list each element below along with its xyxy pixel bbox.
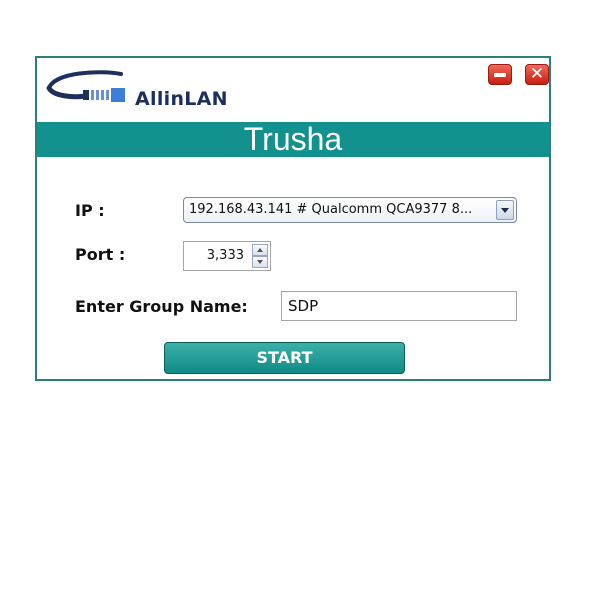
app-title-banner: Trusha [37, 122, 549, 157]
decrement-arrow-icon[interactable] [252, 256, 268, 268]
allinlan-logo: AllinLAN [45, 66, 245, 111]
increment-arrow-icon[interactable] [252, 244, 268, 256]
close-icon: ✕ [529, 64, 545, 84]
close-button[interactable]: ✕ [525, 64, 549, 85]
port-value: 3,333 [206, 248, 244, 263]
ip-selected-value: 192.168.43.141 # Qualcomm QCA9377 8... [189, 202, 473, 217]
group-name-input[interactable] [281, 291, 517, 321]
spinner-buttons [252, 244, 268, 268]
ip-dropdown[interactable]: 192.168.43.141 # Qualcomm QCA9377 8... [183, 197, 517, 223]
brand-name: AllinLAN [135, 88, 228, 110]
app-window: AllinLAN ✕ Trusha IP : 192.168.43.141 # … [35, 56, 551, 381]
cable-logo-icon [46, 70, 125, 102]
minimize-icon [489, 65, 511, 84]
start-button[interactable]: START [164, 342, 405, 374]
port-spinner[interactable]: 3,333 [183, 241, 271, 271]
chevron-down-icon[interactable] [496, 200, 514, 220]
title-bar: AllinLAN ✕ [37, 58, 549, 122]
minimize-button[interactable] [488, 64, 512, 85]
group-name-label: Enter Group Name: [75, 297, 248, 316]
port-label: Port : [75, 245, 126, 264]
ip-label: IP : [75, 201, 105, 220]
